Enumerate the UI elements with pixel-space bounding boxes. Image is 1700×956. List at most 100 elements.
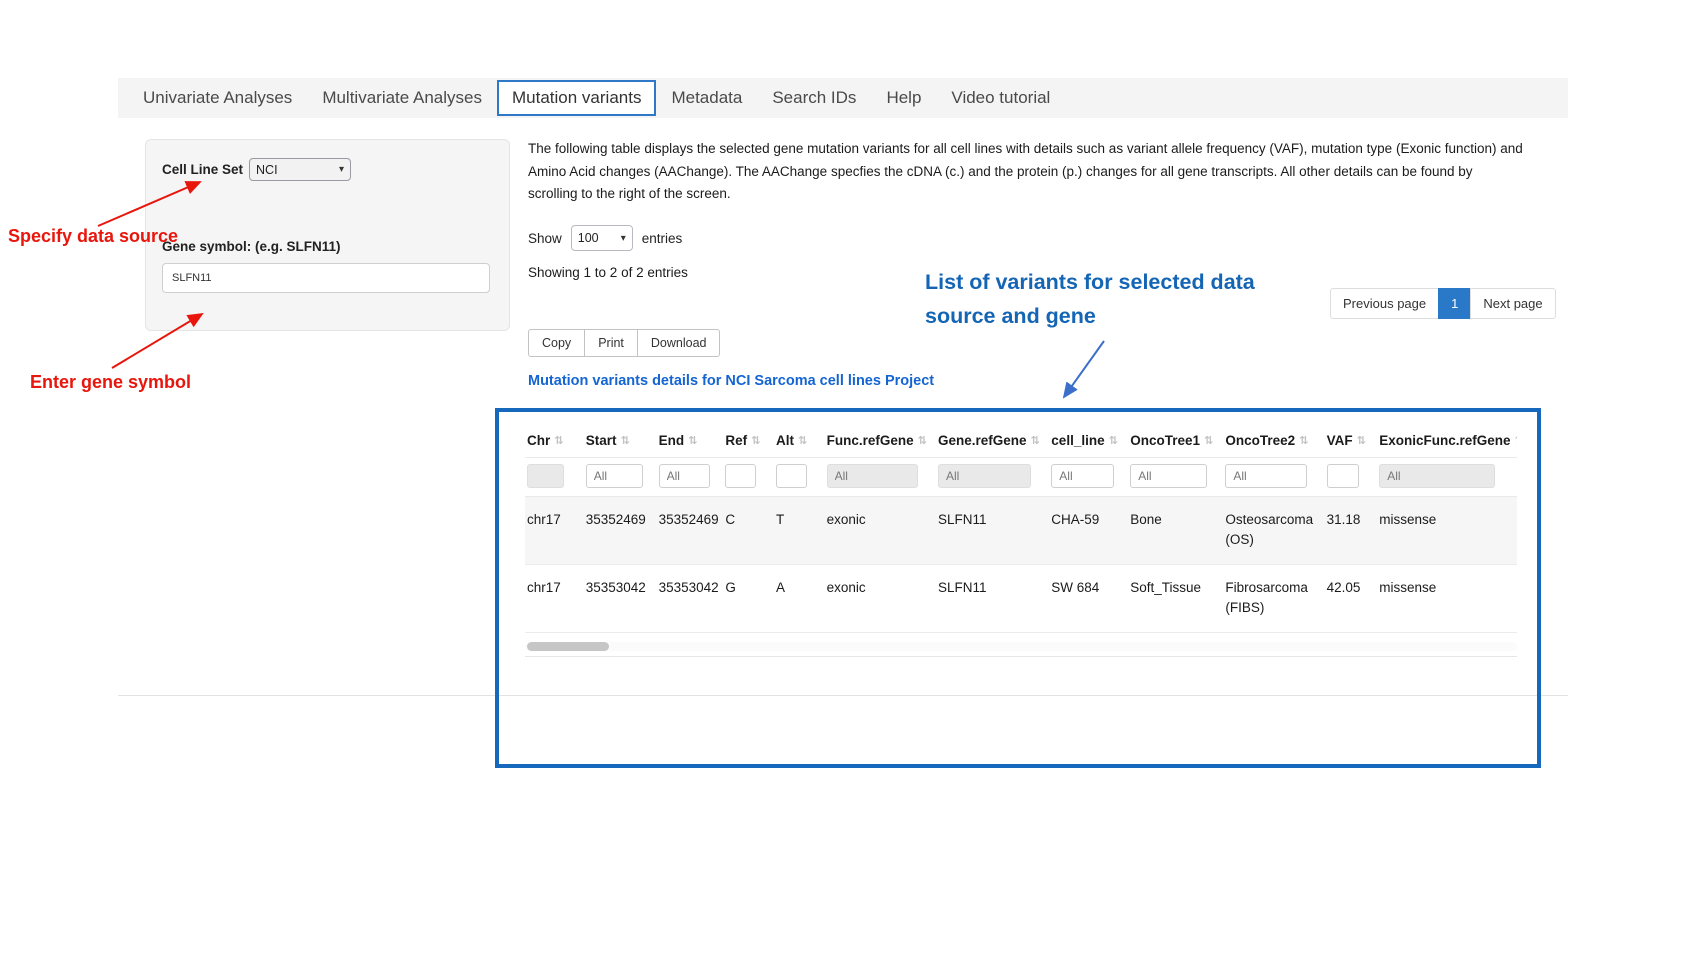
filter-input-start[interactable] <box>586 464 643 488</box>
arrow-to-table <box>1064 341 1104 397</box>
tab-mutation-variants[interactable]: Mutation variants <box>497 80 656 116</box>
copy-button[interactable]: Copy <box>528 329 585 357</box>
filter-input-ref[interactable] <box>725 464 756 488</box>
filter-input-gene-refgene[interactable] <box>938 464 1031 488</box>
gene-symbol-label: Gene symbol: (e.g. SLFN11) <box>162 239 493 254</box>
chevron-down-icon: ▾ <box>339 164 344 175</box>
sort-icon: ⇅ <box>620 434 629 447</box>
page-length-select[interactable]: 100 ▾ <box>571 225 633 251</box>
filter-input-oncotree2[interactable] <box>1225 464 1307 488</box>
page-length-value: 100 <box>578 231 599 245</box>
cell: Bone <box>1128 497 1223 565</box>
tab-metadata[interactable]: Metadata <box>656 80 757 116</box>
column-header-vaf[interactable]: VAF⇅ <box>1325 424 1378 458</box>
cell: missense <box>1377 565 1517 633</box>
cell: T <box>774 497 825 565</box>
table-caption: Mutation variants details for NCI Sarcom… <box>528 373 934 389</box>
cell: SLFN11 <box>936 497 1049 565</box>
filter-input-cell-line[interactable] <box>1051 464 1113 488</box>
cell: Osteosarcoma (OS) <box>1223 497 1324 565</box>
column-header-start[interactable]: Start⇅ <box>584 424 657 458</box>
cell: 35352469 <box>584 497 657 565</box>
tab-multivariate-analyses[interactable]: Multivariate Analyses <box>307 80 497 116</box>
filter-input-chr[interactable] <box>527 464 564 488</box>
variants-table: Chr⇅ Start⇅ End⇅ Ref⇅ Alt⇅ Func.refGene⇅… <box>525 424 1517 633</box>
column-header-oncotree1[interactable]: OncoTree1⇅ <box>1128 424 1223 458</box>
show-label: Show <box>528 231 562 246</box>
cell-line-set-label: Cell Line Set <box>162 162 243 177</box>
download-button[interactable]: Download <box>637 329 721 357</box>
column-label: Ref <box>725 433 747 448</box>
sort-icon: ⇅ <box>554 434 563 447</box>
column-label: cell_line <box>1051 433 1104 448</box>
scrollbar-thumb[interactable] <box>527 642 609 651</box>
annotation-variants-list: List of variants for selected data sourc… <box>925 266 1323 334</box>
sort-icon: ⇅ <box>1030 434 1039 447</box>
cell: 35353042 <box>584 565 657 633</box>
filter-input-alt[interactable] <box>776 464 807 488</box>
cell: 42.05 <box>1325 565 1378 633</box>
tab-univariate-analyses[interactable]: Univariate Analyses <box>128 80 307 116</box>
sidebar-panel: Cell Line Set NCI ▾ Gene symbol: (e.g. S… <box>145 139 510 331</box>
tab-help[interactable]: Help <box>871 80 936 116</box>
sort-icon: ⇅ <box>1299 434 1308 447</box>
chevron-down-icon: ▾ <box>621 233 626 244</box>
column-header-ref[interactable]: Ref⇅ <box>723 424 774 458</box>
column-header-end[interactable]: End⇅ <box>657 424 724 458</box>
cell: SW 684 <box>1049 565 1128 633</box>
tab-video-tutorial[interactable]: Video tutorial <box>936 80 1065 116</box>
annotation-enter-gene-symbol: Enter gene symbol <box>30 372 191 393</box>
filter-input-oncotree1[interactable] <box>1130 464 1207 488</box>
cell: 35352469 <box>657 497 724 565</box>
column-header-exonicfunc-refgene[interactable]: ExonicFunc.refGene ⇅ <box>1377 424 1517 458</box>
table-row[interactable]: chr17 35353042 35353042 G A exonic SLFN1… <box>525 565 1517 633</box>
cell: Soft_Tissue <box>1128 565 1223 633</box>
sort-icon: ⇅ <box>1515 434 1517 447</box>
sort-icon: ⇅ <box>1204 434 1213 447</box>
next-page-button[interactable]: Next page <box>1470 288 1555 319</box>
cell: chr17 <box>525 497 584 565</box>
filter-input-func-refgene[interactable] <box>827 464 918 488</box>
column-header-chr[interactable]: Chr⇅ <box>525 424 584 458</box>
print-button[interactable]: Print <box>584 329 638 357</box>
cell: G <box>723 565 774 633</box>
cell-line-set-select[interactable]: NCI ▾ <box>249 158 351 181</box>
sort-icon: ⇅ <box>1109 434 1118 447</box>
export-button-group: Copy Print Download <box>528 329 720 357</box>
variants-table-container: Chr⇅ Start⇅ End⇅ Ref⇅ Alt⇅ Func.refGene⇅… <box>495 408 1541 768</box>
cell: Fibrosarcoma (FIBS) <box>1223 565 1324 633</box>
gene-symbol-input[interactable] <box>162 263 490 293</box>
cell: SLFN11 <box>936 565 1049 633</box>
tab-search-ids[interactable]: Search IDs <box>757 80 871 116</box>
filter-row <box>525 458 1517 497</box>
cell: C <box>723 497 774 565</box>
column-header-alt[interactable]: Alt⇅ <box>774 424 825 458</box>
column-header-func-refgene[interactable]: Func.refGene ⇅ <box>825 424 936 458</box>
column-label: Start <box>586 433 617 448</box>
table-info: Showing 1 to 2 of 2 entries <box>528 265 688 280</box>
column-label: Alt <box>776 433 794 448</box>
cell: 31.18 <box>1325 497 1378 565</box>
horizontal-scrollbar[interactable] <box>525 642 1517 651</box>
cell-line-set-value: NCI <box>256 163 278 177</box>
sort-icon: ⇅ <box>918 434 927 447</box>
cell: A <box>774 565 825 633</box>
column-header-gene-refgene[interactable]: Gene.refGene⇅ <box>936 424 1049 458</box>
previous-page-button[interactable]: Previous page <box>1330 288 1439 319</box>
column-label: Gene.refGene <box>938 433 1027 448</box>
cell: 35353042 <box>657 565 724 633</box>
column-label: Func.refGene <box>827 433 914 448</box>
main-nav: Univariate Analyses Multivariate Analyse… <box>118 78 1568 118</box>
cell: exonic <box>825 497 936 565</box>
column-header-cell-line[interactable]: cell_line ⇅ <box>1049 424 1128 458</box>
page-number-button[interactable]: 1 <box>1438 288 1471 319</box>
column-header-oncotree2[interactable]: OncoTree2⇅ <box>1223 424 1324 458</box>
filter-input-end[interactable] <box>659 464 711 488</box>
column-label: End <box>659 433 685 448</box>
filter-input-exonicfunc-refgene[interactable] <box>1379 464 1495 488</box>
show-entries-control: Show 100 ▾ entries <box>528 225 682 251</box>
column-label: ExonicFunc.refGene <box>1379 433 1510 448</box>
table-row[interactable]: chr17 35352469 35352469 C T exonic SLFN1… <box>525 497 1517 565</box>
pagination: Previous page 1 Next page <box>1330 288 1556 319</box>
filter-input-vaf[interactable] <box>1327 464 1359 488</box>
